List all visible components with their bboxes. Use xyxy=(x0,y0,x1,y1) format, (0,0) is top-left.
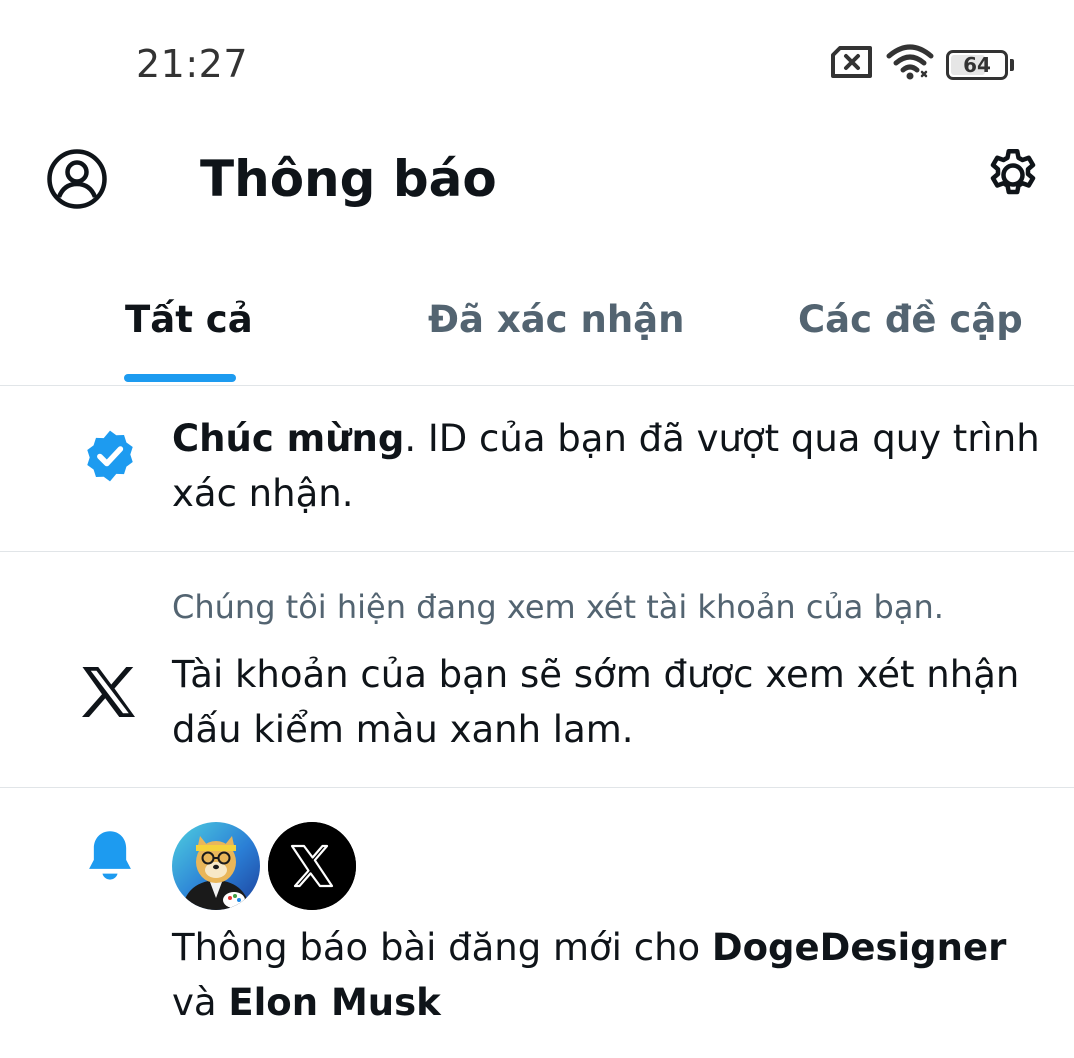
notification-item[interactable]: Chúng tôi hiện đang xem xét tài khoản củ… xyxy=(0,552,1074,788)
profile-icon xyxy=(46,148,108,215)
bell-icon xyxy=(80,826,140,886)
notification-conjunction: và xyxy=(172,981,229,1024)
battery-body: 64 xyxy=(946,49,1008,80)
dogedesigner-avatar[interactable] xyxy=(172,822,260,910)
status-bar: 21:27 64 xyxy=(0,0,1074,126)
notification-item[interactable]: Thông báo bài đăng mới cho DogeDesigner … xyxy=(0,788,1074,1058)
verified-badge-icon xyxy=(80,426,140,486)
sim-error-icon xyxy=(830,45,874,84)
user-name-dogedesigner[interactable]: DogeDesigner xyxy=(712,926,1006,969)
gear-icon xyxy=(983,145,1043,210)
profile-button[interactable] xyxy=(44,148,110,214)
battery-icon: 64 xyxy=(946,49,1014,80)
page-title: Thông báo xyxy=(200,150,497,208)
notification-text: Tài khoản của bạn sẽ sớm được xem xét nh… xyxy=(172,653,1020,751)
notification-text: Chúc mừng. ID của bạn đã vượt qua quy tr… xyxy=(172,411,1044,521)
wifi-icon xyxy=(886,44,934,85)
tab-mentions[interactable]: Các đề cập xyxy=(798,298,1023,341)
status-time: 21:27 xyxy=(136,42,249,86)
notification-item[interactable]: Chúc mừng. ID của bạn đã vượt qua quy tr… xyxy=(0,386,1074,552)
battery-tip xyxy=(1010,58,1014,71)
tab-verified[interactable]: Đã xác nhận xyxy=(428,298,685,341)
notification-prefix: Thông báo bài đăng mới cho xyxy=(172,926,712,969)
x-logo-icon xyxy=(78,660,142,724)
tab-bar: Tất cả Đã xác nhận Các đề cập xyxy=(0,270,1074,386)
notification-bold-text: Chúc mừng xyxy=(172,417,405,460)
active-tab-indicator xyxy=(124,374,236,382)
status-icons: 64 xyxy=(830,44,1014,85)
notification-subtitle: Chúng tôi hiện đang xem xét tài khoản củ… xyxy=(172,588,944,626)
user-name-elon-musk[interactable]: Elon Musk xyxy=(228,981,440,1024)
settings-button[interactable] xyxy=(982,146,1044,208)
x-logo-avatar[interactable] xyxy=(268,822,356,910)
notification-text: Thông báo bài đăng mới cho DogeDesigner … xyxy=(172,920,1044,1030)
battery-level: 64 xyxy=(963,52,991,77)
tab-all[interactable]: Tất cả xyxy=(125,298,253,341)
header: Thông báo xyxy=(0,126,1074,236)
